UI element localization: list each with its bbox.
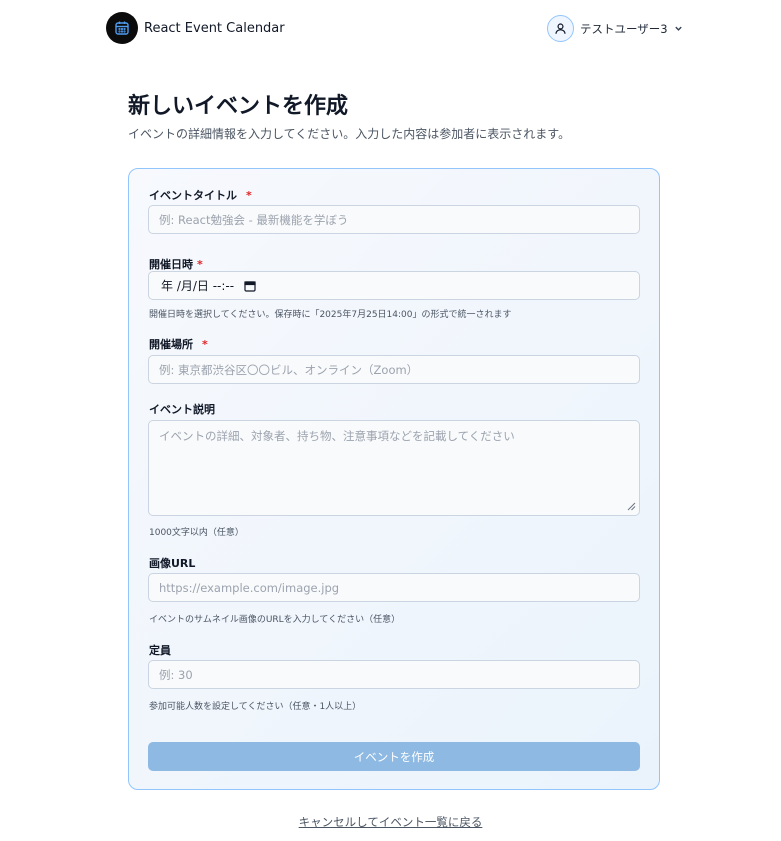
calendar-icon <box>106 12 138 44</box>
image-url-help-text: イベントのサムネイル画像のURLを入力してください（任意） <box>149 615 401 625</box>
image-url-input[interactable] <box>148 573 640 602</box>
event-title-input[interactable] <box>148 205 640 234</box>
capacity-label: 定員 <box>149 644 171 657</box>
title-label: イベントタイトル * <box>149 189 252 202</box>
description-label: イベント説明 <box>149 403 215 416</box>
capacity-help-text: 参加可能人数を設定してください（任意・1人以上） <box>149 702 362 712</box>
required-mark: * <box>197 258 203 271</box>
location-label: 開催場所 * <box>149 338 208 351</box>
page-subtitle: イベントの詳細情報を入力してください。入力した内容は参加者に表示されます。 <box>128 127 571 141</box>
user-name: テストユーザー3 <box>580 21 668 36</box>
datetime-value: 年 /月/日 --:-- <box>161 279 235 293</box>
event-datetime-input[interactable]: 年 /月/日 --:-- <box>148 271 640 300</box>
create-event-button[interactable]: イベントを作成 <box>148 742 640 771</box>
cancel-link-wrapper: キャンセルしてイベント一覧に戻る <box>0 811 781 830</box>
page-title: 新しいイベントを作成 <box>128 94 349 119</box>
image-url-label: 画像URL <box>149 557 196 570</box>
app-header: React Event Calendar テストユーザー3 <box>0 0 781 58</box>
app-name: React Event Calendar <box>144 20 285 36</box>
event-location-input[interactable] <box>148 355 640 384</box>
date-label: 開催日時 * <box>149 258 203 271</box>
chevron-down-icon <box>674 24 683 33</box>
brand-link[interactable]: React Event Calendar <box>106 12 285 44</box>
required-mark: * <box>202 338 208 351</box>
event-form: イベントタイトル* 開催日時* 年 /月/日 --:-- 開催日時を選択してくだ… <box>128 168 660 790</box>
required-mark: * <box>246 189 252 202</box>
capacity-input[interactable] <box>148 660 640 689</box>
resize-handle-icon[interactable] <box>627 502 636 511</box>
user-menu-button[interactable]: テストユーザー3 <box>547 15 683 42</box>
calendar-picker-icon[interactable] <box>244 280 256 292</box>
description-help-text: 1000文字以内（任意） <box>149 528 244 538</box>
date-help-text: 開催日時を選択してください。保存時に「2025年7月25日14:00」の形式で統… <box>149 310 512 320</box>
cancel-link[interactable]: キャンセルしてイベント一覧に戻る <box>299 815 483 829</box>
event-description-textarea[interactable] <box>148 420 640 516</box>
user-icon <box>547 15 574 42</box>
